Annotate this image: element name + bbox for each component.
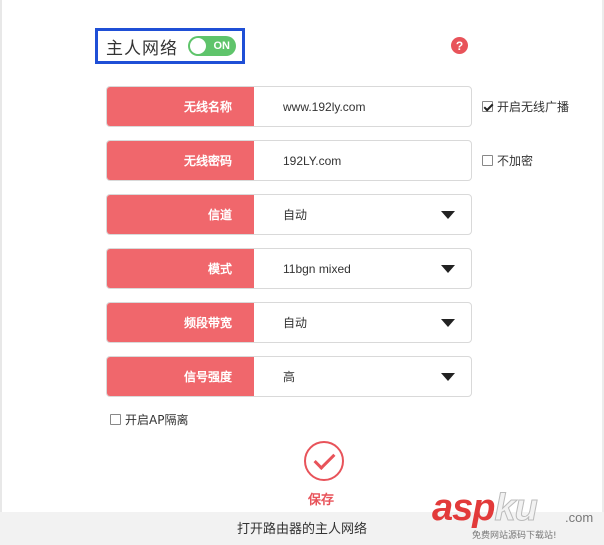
broadcast-option[interactable]: 开启无线广播: [482, 98, 569, 115]
bandwidth-value: 自动: [283, 316, 308, 330]
toggle-state-label: ON: [213, 40, 231, 52]
save-button[interactable]: [304, 441, 344, 481]
watermark-brand-b: ku: [494, 487, 538, 529]
mode-select[interactable]: 11bgn mixed: [254, 249, 471, 288]
host-network-toggle[interactable]: ON: [188, 36, 236, 56]
bandwidth-label: 频段带宽: [107, 303, 254, 342]
channel-value: 自动: [283, 208, 308, 222]
ssid-input[interactable]: www.192ly.com: [254, 87, 471, 126]
mode-label: 模式: [107, 249, 254, 288]
ap-isolation-option[interactable]: 开启AP隔离: [110, 411, 188, 428]
broadcast-label: 开启无线广播: [497, 100, 570, 114]
password-input[interactable]: 192LY.com: [254, 141, 471, 180]
password-label: 无线密码: [107, 141, 254, 180]
ssid-row: 无线名称 www.192ly.com: [106, 86, 472, 127]
channel-select[interactable]: 自动: [254, 195, 471, 234]
watermark-suffix: .com: [565, 510, 594, 525]
host-network-header: 主人网络 ON: [95, 28, 245, 64]
watermark-logo: aspku: [432, 487, 538, 529]
no-encrypt-label: 不加密: [497, 154, 534, 168]
help-icon[interactable]: ?: [451, 37, 468, 54]
host-network-title: 主人网络: [106, 38, 178, 59]
dropdown-arrow-icon: [441, 319, 455, 327]
router-settings-panel: 主人网络 ON ? 无线名称 www.192ly.com 开启无线广播 无线密码…: [0, 0, 604, 545]
toggle-knob: [190, 38, 206, 54]
signal-label: 信号强度: [107, 357, 254, 396]
left-border: [0, 0, 2, 512]
password-row: 无线密码 192LY.com: [106, 140, 472, 181]
watermark-brand-a: asp: [432, 487, 495, 529]
save-label[interactable]: 保存: [308, 489, 334, 508]
signal-row: 信号强度 高: [106, 356, 472, 397]
checkmark-icon: [313, 447, 335, 470]
dropdown-arrow-icon: [441, 373, 455, 381]
signal-select[interactable]: 高: [254, 357, 471, 396]
dropdown-arrow-icon: [441, 265, 455, 273]
ssid-label: 无线名称: [107, 87, 254, 126]
channel-row: 信道 自动: [106, 194, 472, 235]
channel-label: 信道: [107, 195, 254, 234]
mode-row: 模式 11bgn mixed: [106, 248, 472, 289]
signal-value: 高: [283, 370, 296, 384]
no-encrypt-option[interactable]: 不加密: [482, 152, 533, 169]
broadcast-checkbox[interactable]: [482, 101, 493, 112]
ap-isolation-checkbox[interactable]: [110, 414, 121, 425]
watermark-tagline: 免费网站源码下载站!: [472, 531, 557, 541]
bandwidth-row: 频段带宽 自动: [106, 302, 472, 343]
mode-value: 11bgn mixed: [283, 261, 351, 276]
dropdown-arrow-icon: [441, 211, 455, 219]
bandwidth-select[interactable]: 自动: [254, 303, 471, 342]
no-encrypt-checkbox[interactable]: [482, 155, 493, 166]
ap-isolation-label: 开启AP隔离: [125, 413, 189, 427]
